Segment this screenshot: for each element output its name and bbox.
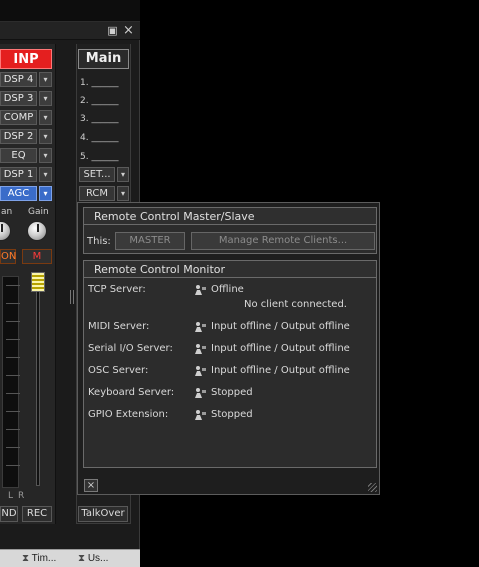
level-meter xyxy=(2,276,20,488)
master-button[interactable]: MASTER xyxy=(115,232,185,250)
on-button[interactable]: ON xyxy=(0,249,16,264)
osc-server-status: Input offline / Output offline xyxy=(211,365,350,376)
slot-2[interactable]: 2. ______ xyxy=(80,96,126,106)
close-icon[interactable]: × xyxy=(84,479,98,492)
rec-button[interactable]: REC xyxy=(22,506,52,522)
restore-icon[interactable]: ▣ xyxy=(106,24,119,37)
right-channel-label: R xyxy=(18,491,25,501)
user-label: Us... xyxy=(87,553,109,564)
monitor-title: Remote Control Monitor xyxy=(84,261,376,278)
left-channel-label: L xyxy=(8,491,14,501)
chevron-down-icon[interactable]: ▾ xyxy=(117,186,129,201)
serial-server-label: Serial I/O Server: xyxy=(88,343,173,354)
proc-row-agc[interactable]: AGC ▾ xyxy=(0,186,52,201)
proc-label[interactable]: DSP 1 xyxy=(0,167,37,182)
proc-label[interactable]: COMP xyxy=(0,110,37,125)
proc-label[interactable]: DSP 4 xyxy=(0,72,37,87)
proc-row-dsp4[interactable]: DSP 4 ▾ xyxy=(0,72,52,87)
proc-label[interactable]: DSP 3 xyxy=(0,91,37,106)
gpio-extension-status: Stopped xyxy=(211,409,253,420)
gain-knob[interactable] xyxy=(27,221,47,241)
this-label: This: xyxy=(87,236,111,247)
proc-row-dsp1[interactable]: DSP 1 ▾ xyxy=(0,167,52,182)
chevron-down-icon[interactable]: ▾ xyxy=(39,91,52,106)
osc-server-label: OSC Server: xyxy=(88,365,149,376)
hourglass-icon: ⧗ xyxy=(78,553,86,564)
proc-row-dsp2[interactable]: DSP 2 ▾ xyxy=(0,129,52,144)
network-person-icon xyxy=(195,388,206,398)
mute-button[interactable]: M xyxy=(22,249,52,264)
proc-label[interactable]: EQ xyxy=(0,148,37,163)
remote-control-panel: Remote Control Master/Slave This: MASTER… xyxy=(77,202,380,495)
network-person-icon xyxy=(195,344,206,354)
tcp-server-status: Offline xyxy=(211,284,244,295)
midi-server-label: MIDI Server: xyxy=(88,321,150,332)
input-channel-strip: INP DSP 4 ▾ DSP 3 ▾ COMP ▾ DSP 2 ▾ EQ ▾ … xyxy=(0,44,56,524)
chevron-down-icon[interactable]: ▾ xyxy=(39,148,52,163)
status-bar: ⧗ Tim... ⧗ Us... xyxy=(0,549,140,567)
input-channel-label[interactable]: INP xyxy=(0,49,52,69)
network-person-icon xyxy=(195,322,206,332)
pan-knob[interactable] xyxy=(0,221,11,241)
serial-server-status: Input offline / Output offline xyxy=(211,343,350,354)
chevron-down-icon[interactable]: ▾ xyxy=(39,167,52,182)
chevron-down-icon[interactable]: ▾ xyxy=(39,110,52,125)
proc-row-dsp3[interactable]: DSP 3 ▾ xyxy=(0,91,52,106)
chevron-down-icon[interactable]: ▾ xyxy=(39,129,52,144)
proc-row-eq[interactable]: EQ ▾ xyxy=(0,148,52,163)
chevron-down-icon[interactable]: ▾ xyxy=(39,72,52,87)
fader-handle[interactable] xyxy=(31,272,45,292)
user-item[interactable]: ⧗ Us... xyxy=(78,551,108,567)
tcp-server-label: TCP Server: xyxy=(88,284,146,295)
keyboard-server-status: Stopped xyxy=(211,387,253,398)
manage-remote-clients-button[interactable]: Manage Remote Clients... xyxy=(191,232,375,250)
master-slave-group: Remote Control Master/Slave This: MASTER… xyxy=(83,207,377,254)
close-icon[interactable]: × xyxy=(122,24,135,37)
master-slave-title: Remote Control Master/Slave xyxy=(84,208,376,225)
slot-5[interactable]: 5. ______ xyxy=(80,152,126,162)
talkover-button[interactable]: TalkOver xyxy=(78,506,128,522)
rcm-selector[interactable]: RCM xyxy=(79,186,115,201)
gain-knob-label: Gain xyxy=(28,207,49,217)
midi-server-status: Input offline / Output offline xyxy=(211,321,350,332)
proc-row-comp[interactable]: COMP ▾ xyxy=(0,110,52,125)
keyboard-server-label: Keyboard Server: xyxy=(88,387,175,398)
timer-item[interactable]: ⧗ Tim... xyxy=(22,551,56,567)
network-person-icon xyxy=(195,366,206,376)
setup-selector[interactable]: SET... xyxy=(79,167,115,182)
resize-grip-icon[interactable] xyxy=(368,483,377,492)
pan-knob-label: an xyxy=(1,207,13,217)
top-strip xyxy=(0,0,140,22)
slot-4[interactable]: 4. ______ xyxy=(80,133,126,143)
tcp-client-status: No client connected. xyxy=(244,299,347,310)
network-person-icon xyxy=(195,410,206,420)
chevron-down-icon[interactable]: ▾ xyxy=(117,167,129,182)
network-person-icon xyxy=(195,285,206,295)
proc-label[interactable]: DSP 2 xyxy=(0,129,37,144)
slot-3[interactable]: 3. ______ xyxy=(80,114,126,124)
splitter-handle[interactable] xyxy=(70,290,74,304)
chevron-down-icon[interactable]: ▾ xyxy=(39,186,52,201)
slot-1[interactable]: 1. ______ xyxy=(80,78,126,88)
remote-control-monitor-group: Remote Control Monitor TCP Server: Offli… xyxy=(83,260,377,468)
timer-label: Tim... xyxy=(31,553,57,564)
fader-track[interactable] xyxy=(36,276,40,486)
main-output-label[interactable]: Main xyxy=(78,49,129,69)
nd-button[interactable]: ND xyxy=(0,506,18,522)
gpio-extension-label: GPIO Extension: xyxy=(88,409,169,420)
mixer-title-bar: ▣ × xyxy=(0,22,140,40)
hourglass-icon: ⧗ xyxy=(22,553,30,564)
proc-label[interactable]: AGC xyxy=(0,186,37,201)
